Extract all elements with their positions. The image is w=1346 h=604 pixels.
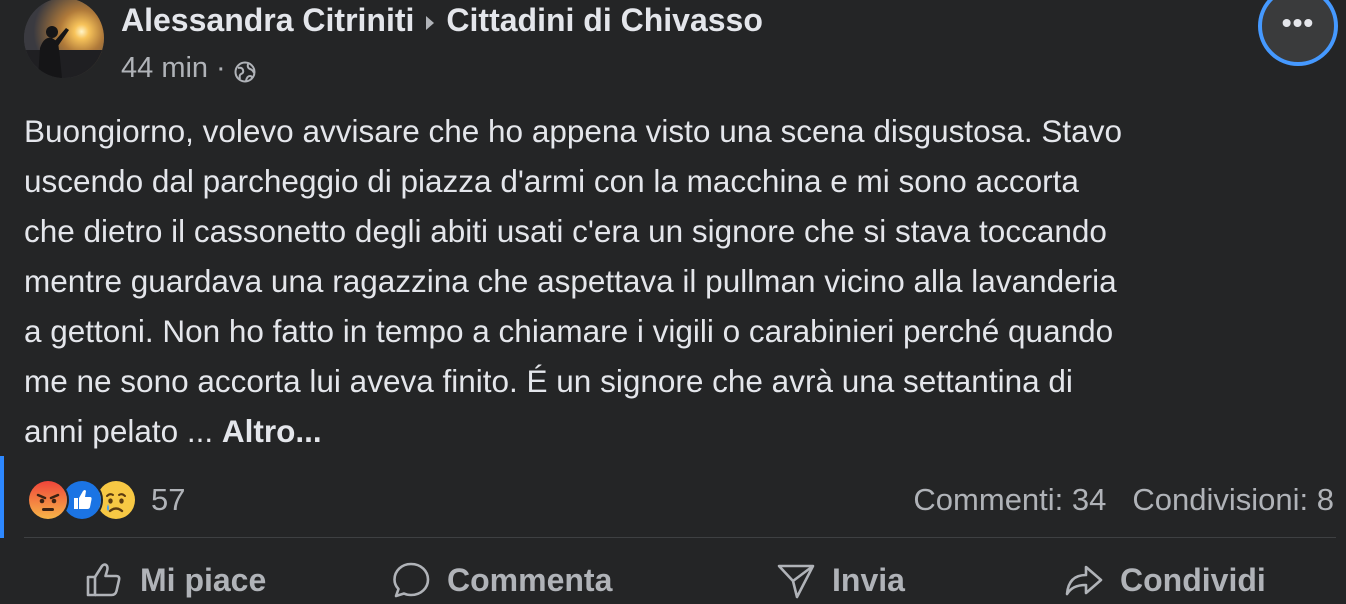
post-body-line: Buongiorno, volevo avvisare che ho appen… <box>24 113 1122 149</box>
share-label: Condividi <box>1120 561 1266 598</box>
send-button[interactable]: Invia <box>776 552 905 604</box>
post-body-line: me ne sono accorta lui aveva finito. É u… <box>24 363 1073 399</box>
share-button[interactable]: Condividi <box>1064 552 1266 604</box>
comment-button[interactable]: Commenta <box>391 552 612 604</box>
reaction-summary[interactable]: 57 <box>27 478 185 522</box>
comment-label: Commenta <box>447 561 613 598</box>
post-body-line: uscendo dal parcheggio di piazza d'armi … <box>24 163 1079 199</box>
feed-post: Alessandra Citriniti Cittadini di Chivas… <box>0 0 1346 604</box>
comment-bubble-icon <box>393 562 430 598</box>
meta-separator: · <box>216 51 226 84</box>
send-label: Invia <box>832 561 905 598</box>
angry-reaction-icon <box>27 479 69 521</box>
shares-count-link[interactable]: Condivisioni: 8 <box>1132 482 1334 518</box>
avatar-photo <box>24 0 104 78</box>
author-name[interactable]: Alessandra Citriniti <box>121 2 414 39</box>
share-arrow-icon <box>1065 565 1103 596</box>
group-name[interactable]: Cittadini di Chivasso <box>446 2 762 39</box>
action-bar: Mi piace Commenta Invia Condividi <box>0 552 1346 604</box>
post-body-line: anni pelato ... <box>24 413 222 449</box>
avatar[interactable] <box>24 0 104 78</box>
more-options-icon: ••• <box>1281 7 1315 38</box>
divider <box>24 537 1336 538</box>
post-body-line: che dietro il cassonetto degli abiti usa… <box>24 213 1107 249</box>
engagement-counts: Commenti: 34 Condivisioni: 8 <box>913 478 1334 522</box>
more-options-button[interactable]: ••• <box>1258 0 1338 66</box>
caret-right-icon <box>426 16 435 30</box>
globe-icon <box>234 58 256 83</box>
see-more-link[interactable]: Altro... <box>222 413 322 449</box>
post-timestamp[interactable]: 44 min <box>121 52 208 85</box>
post-body-last-line: anni pelato ... Altro... <box>24 406 1334 456</box>
focus-accent-bar <box>0 456 4 538</box>
reaction-count: 57 <box>151 482 186 517</box>
like-button[interactable]: Mi piace <box>84 552 266 604</box>
post-header: Alessandra Citriniti Cittadini di Chivas… <box>121 0 763 40</box>
comments-count-link[interactable]: Commenti: 34 <box>913 482 1106 518</box>
post-body-line: mentre guardava una ragazzina che aspett… <box>24 263 1117 299</box>
post-body: Buongiorno, volevo avvisare che ho appen… <box>24 106 1334 456</box>
post-meta: 44 min · <box>121 50 256 86</box>
post-body-line: a gettoni. Non ho fatto in tempo a chiam… <box>24 313 1114 349</box>
thumbs-up-icon <box>86 563 121 597</box>
send-icon <box>777 564 815 599</box>
like-label: Mi piace <box>140 561 267 598</box>
